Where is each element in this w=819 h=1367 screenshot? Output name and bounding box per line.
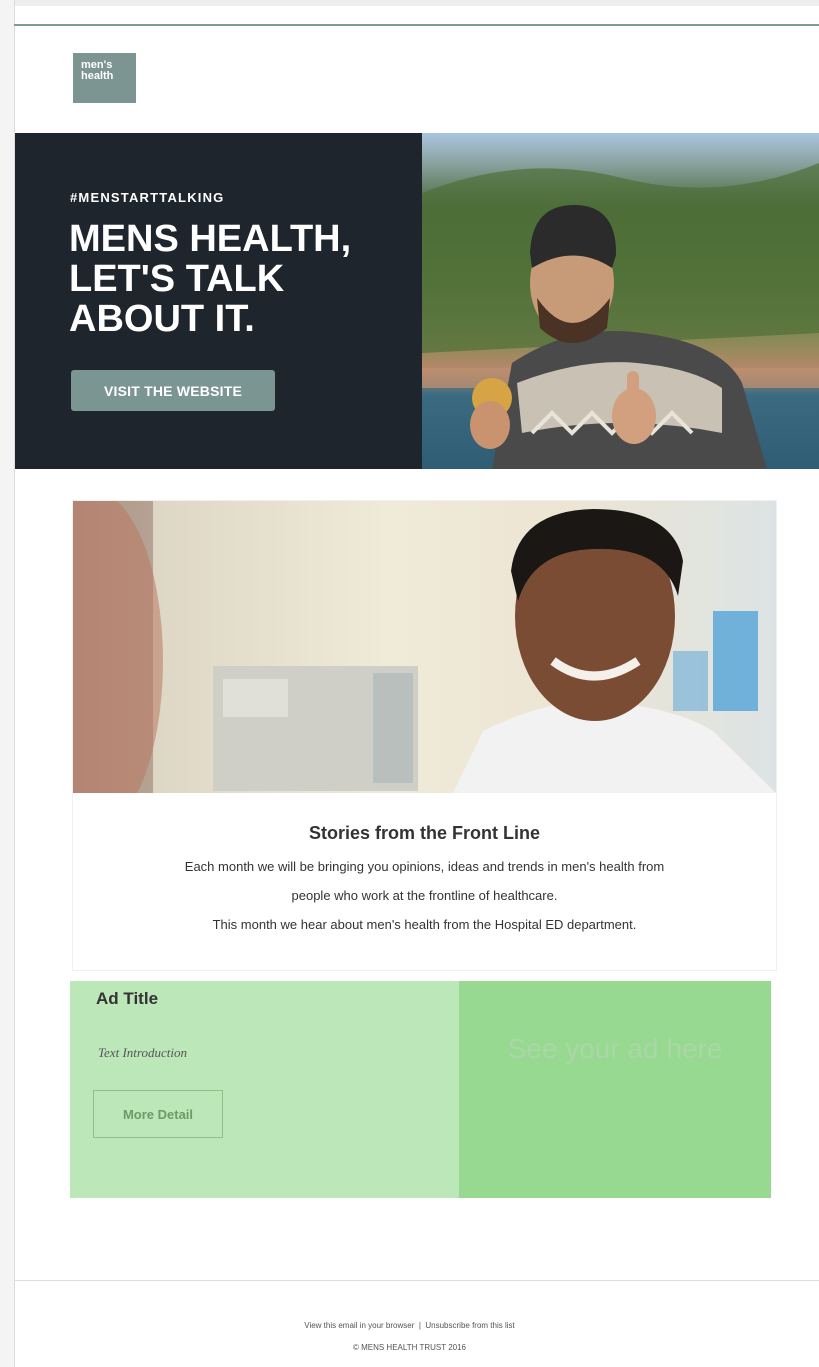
ad-placeholder-text: See your ad here xyxy=(507,1033,723,1064)
story-line-3: This month we hear about men's health fr… xyxy=(212,917,637,932)
header-divider xyxy=(14,24,819,26)
story-title: Stories from the Front Line xyxy=(308,823,540,843)
doctor-photo xyxy=(73,501,776,793)
mens-health-logo[interactable]: men's health xyxy=(73,53,136,103)
logo-line2: health xyxy=(81,70,114,82)
copyright-text: © MENS HEALTH TRUST 2016 xyxy=(352,1343,467,1352)
story-card: Stories from the Front Line Each month w… xyxy=(72,500,777,971)
visit-website-button[interactable]: VISIT THE WEBSITE xyxy=(71,370,275,411)
more-detail-button[interactable]: More Detail xyxy=(93,1090,223,1138)
ad-content-panel: Ad Title Text Introduction More Detail xyxy=(70,981,459,1198)
smiling-man-thumbs-up-image xyxy=(422,163,819,469)
footer-separator: | xyxy=(418,1321,421,1330)
ad-placeholder-panel[interactable]: See your ad here xyxy=(459,981,771,1198)
ad-intro: Text Introduction xyxy=(98,1045,187,1060)
email-page: men's health #MENSTARTTALKING MENS HEALT… xyxy=(0,0,819,1367)
smiling-doctor-image xyxy=(73,501,776,793)
ad-title: Ad Title xyxy=(96,989,159,1008)
footer-divider xyxy=(14,1280,819,1281)
hero-photo xyxy=(422,133,819,469)
story-body: Each month we will be bringing you opini… xyxy=(73,852,776,939)
left-border xyxy=(0,0,15,1367)
top-bar xyxy=(0,0,819,6)
ad-block: Ad Title Text Introduction More Detail S… xyxy=(70,981,771,1198)
unsubscribe-link[interactable]: Unsubscribe from this list xyxy=(425,1321,514,1330)
story-line-1: Each month we will be bringing you opini… xyxy=(184,859,665,874)
footer-links: View this email in your browser | Unsubs… xyxy=(0,1321,819,1330)
view-in-browser-link[interactable]: View this email in your browser xyxy=(304,1321,414,1330)
hero-title: MENS HEALTH, LET'S TALK ABOUT IT. xyxy=(69,218,352,340)
hero-banner: #MENSTARTTALKING MENS HEALTH, LET'S TALK… xyxy=(15,133,819,469)
hero-hashtag: #MENSTARTTALKING xyxy=(70,190,225,205)
hero-text-panel: #MENSTARTTALKING MENS HEALTH, LET'S TALK… xyxy=(15,133,422,469)
story-line-2: people who work at the frontline of heal… xyxy=(291,888,558,903)
